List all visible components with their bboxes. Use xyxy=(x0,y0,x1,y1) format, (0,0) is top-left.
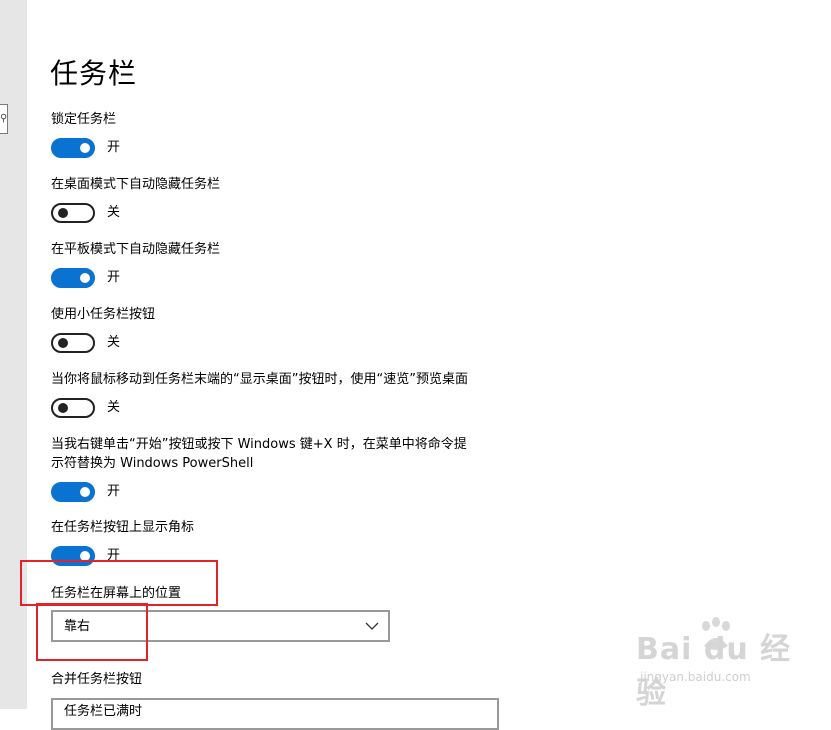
setting-label-powershell-line2: 示符替换为 Windows PowerShell xyxy=(51,456,254,471)
search-icon: ⚲ xyxy=(0,113,8,124)
setting-label-lock-taskbar: 锁定任务栏 xyxy=(51,112,117,127)
setting-label-combine-buttons: 合并任务栏按钮 xyxy=(51,672,143,687)
toggle-state-peek-desktop: 关 xyxy=(107,400,121,415)
toggle-knob xyxy=(80,273,90,283)
page-title: 任务栏 xyxy=(50,57,138,90)
toggle-peek-desktop[interactable] xyxy=(51,398,95,418)
toggle-knob xyxy=(80,143,90,153)
setting-label-powershell-line1: 当我右键单击“开始”按钮或按下 Windows 键+X 时，在菜单中将命令提 xyxy=(51,437,467,452)
setting-label-small-buttons: 使用小任务栏按钮 xyxy=(51,307,156,322)
setting-label-badges: 在任务栏按钮上显示角标 xyxy=(51,520,195,535)
toggle-lock-taskbar[interactable] xyxy=(51,138,95,158)
toggle-state-small-buttons: 关 xyxy=(107,335,121,350)
annotation-highlight-label xyxy=(20,560,218,606)
setting-label-peek-desktop: 当你将鼠标移动到任务栏末端的“显示桌面”按钮时，使用“速览”预览桌面 xyxy=(51,372,468,387)
toggle-knob xyxy=(80,487,90,497)
watermark-url: jingyan.baidu.com xyxy=(640,670,751,684)
toggle-knob xyxy=(58,208,68,218)
chevron-down-icon xyxy=(365,622,379,630)
toggle-knob xyxy=(58,403,68,413)
toggle-state-autohide-desktop: 关 xyxy=(107,205,121,220)
setting-label-autohide-desktop: 在桌面模式下自动隐藏任务栏 xyxy=(51,177,221,192)
baidu-watermark: Bai du 经验 jingyan.baidu.com xyxy=(620,612,820,711)
toggle-state-autohide-tablet: 开 xyxy=(107,270,121,285)
toggle-small-buttons[interactable] xyxy=(51,333,95,353)
toggle-knob xyxy=(58,338,68,348)
combine-buttons-value: 任务栏已满时 xyxy=(64,704,143,719)
toggle-state-powershell: 开 xyxy=(107,484,121,499)
toggle-state-lock-taskbar: 开 xyxy=(107,140,121,155)
watermark-brand: Bai du 经验 xyxy=(636,632,792,711)
toggle-autohide-desktop[interactable] xyxy=(51,203,95,223)
toggle-autohide-tablet[interactable] xyxy=(51,268,95,288)
annotation-highlight-value xyxy=(36,603,148,661)
rail-search-box[interactable]: ⚲ xyxy=(0,104,8,134)
setting-label-autohide-tablet: 在平板模式下自动隐藏任务栏 xyxy=(51,242,221,257)
combine-buttons-dropdown[interactable]: 任务栏已满时 xyxy=(51,698,499,730)
toggle-powershell[interactable] xyxy=(51,482,95,502)
